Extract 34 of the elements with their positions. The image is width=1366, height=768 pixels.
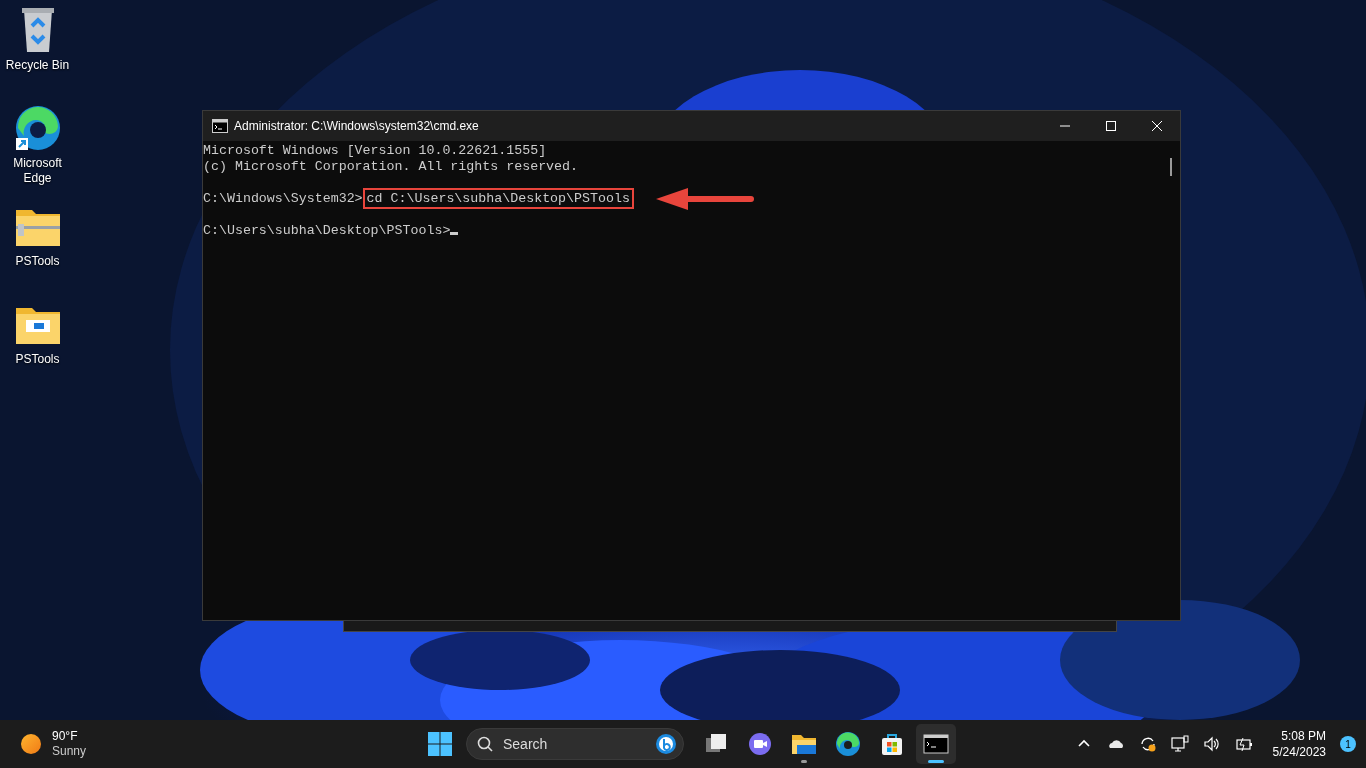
maximize-icon — [1106, 121, 1116, 131]
desktop-icon-label[interactable]: Recycle Bin — [5, 58, 70, 73]
scrollbar-thumb[interactable] — [1170, 158, 1172, 176]
network-icon — [1170, 735, 1189, 753]
sync-icon — [1138, 735, 1157, 753]
windows-logo-icon — [428, 732, 452, 756]
speaker-icon — [1202, 735, 1221, 753]
desktop-icon-label[interactable]: PSTools — [15, 254, 60, 269]
sun-icon — [20, 733, 42, 755]
search-bar[interactable]: Search — [466, 728, 684, 760]
search-icon — [477, 736, 493, 752]
window-title: Administrator: C:\Windows\system32\cmd.exe — [234, 118, 479, 135]
console-icon — [923, 731, 949, 757]
notification-badge[interactable]: 1 — [1340, 736, 1356, 752]
desktop-icon-label[interactable]: PSTools — [15, 352, 60, 367]
temperature[interactable]: 90°F — [52, 729, 87, 744]
browser-icon — [835, 731, 861, 757]
taskbar-app-button[interactable] — [916, 724, 956, 764]
highlighted-command: cd C:\Users\subha\Desktop\PSTools — [362, 188, 634, 209]
browser-icon — [13, 104, 62, 152]
desktop-icon-label[interactable]: Microsoft Edge — [0, 156, 75, 186]
video-chat-icon — [747, 731, 773, 757]
clock-date[interactable]: 5/24/2023 — [1272, 744, 1326, 760]
console-prompt: C:\Users\subha\Desktop\PSTools> — [203, 223, 451, 238]
clock-time[interactable]: 5:08 PM — [1272, 728, 1326, 744]
console-output: Microsoft Windows [Version 10.0.22621.1555] — [203, 143, 547, 158]
store-bag-icon — [879, 731, 905, 757]
battery-icon — [1234, 735, 1253, 753]
console-prompt: C:\Windows\System32> — [203, 191, 363, 206]
weather-condition[interactable]: Sunny — [52, 744, 87, 759]
search-field[interactable]: Search — [501, 732, 655, 756]
close-icon — [1152, 121, 1162, 131]
console-output: (c) Microsoft Corporation. All rights reserved. — [203, 159, 579, 174]
console-app-icon — [212, 119, 228, 133]
